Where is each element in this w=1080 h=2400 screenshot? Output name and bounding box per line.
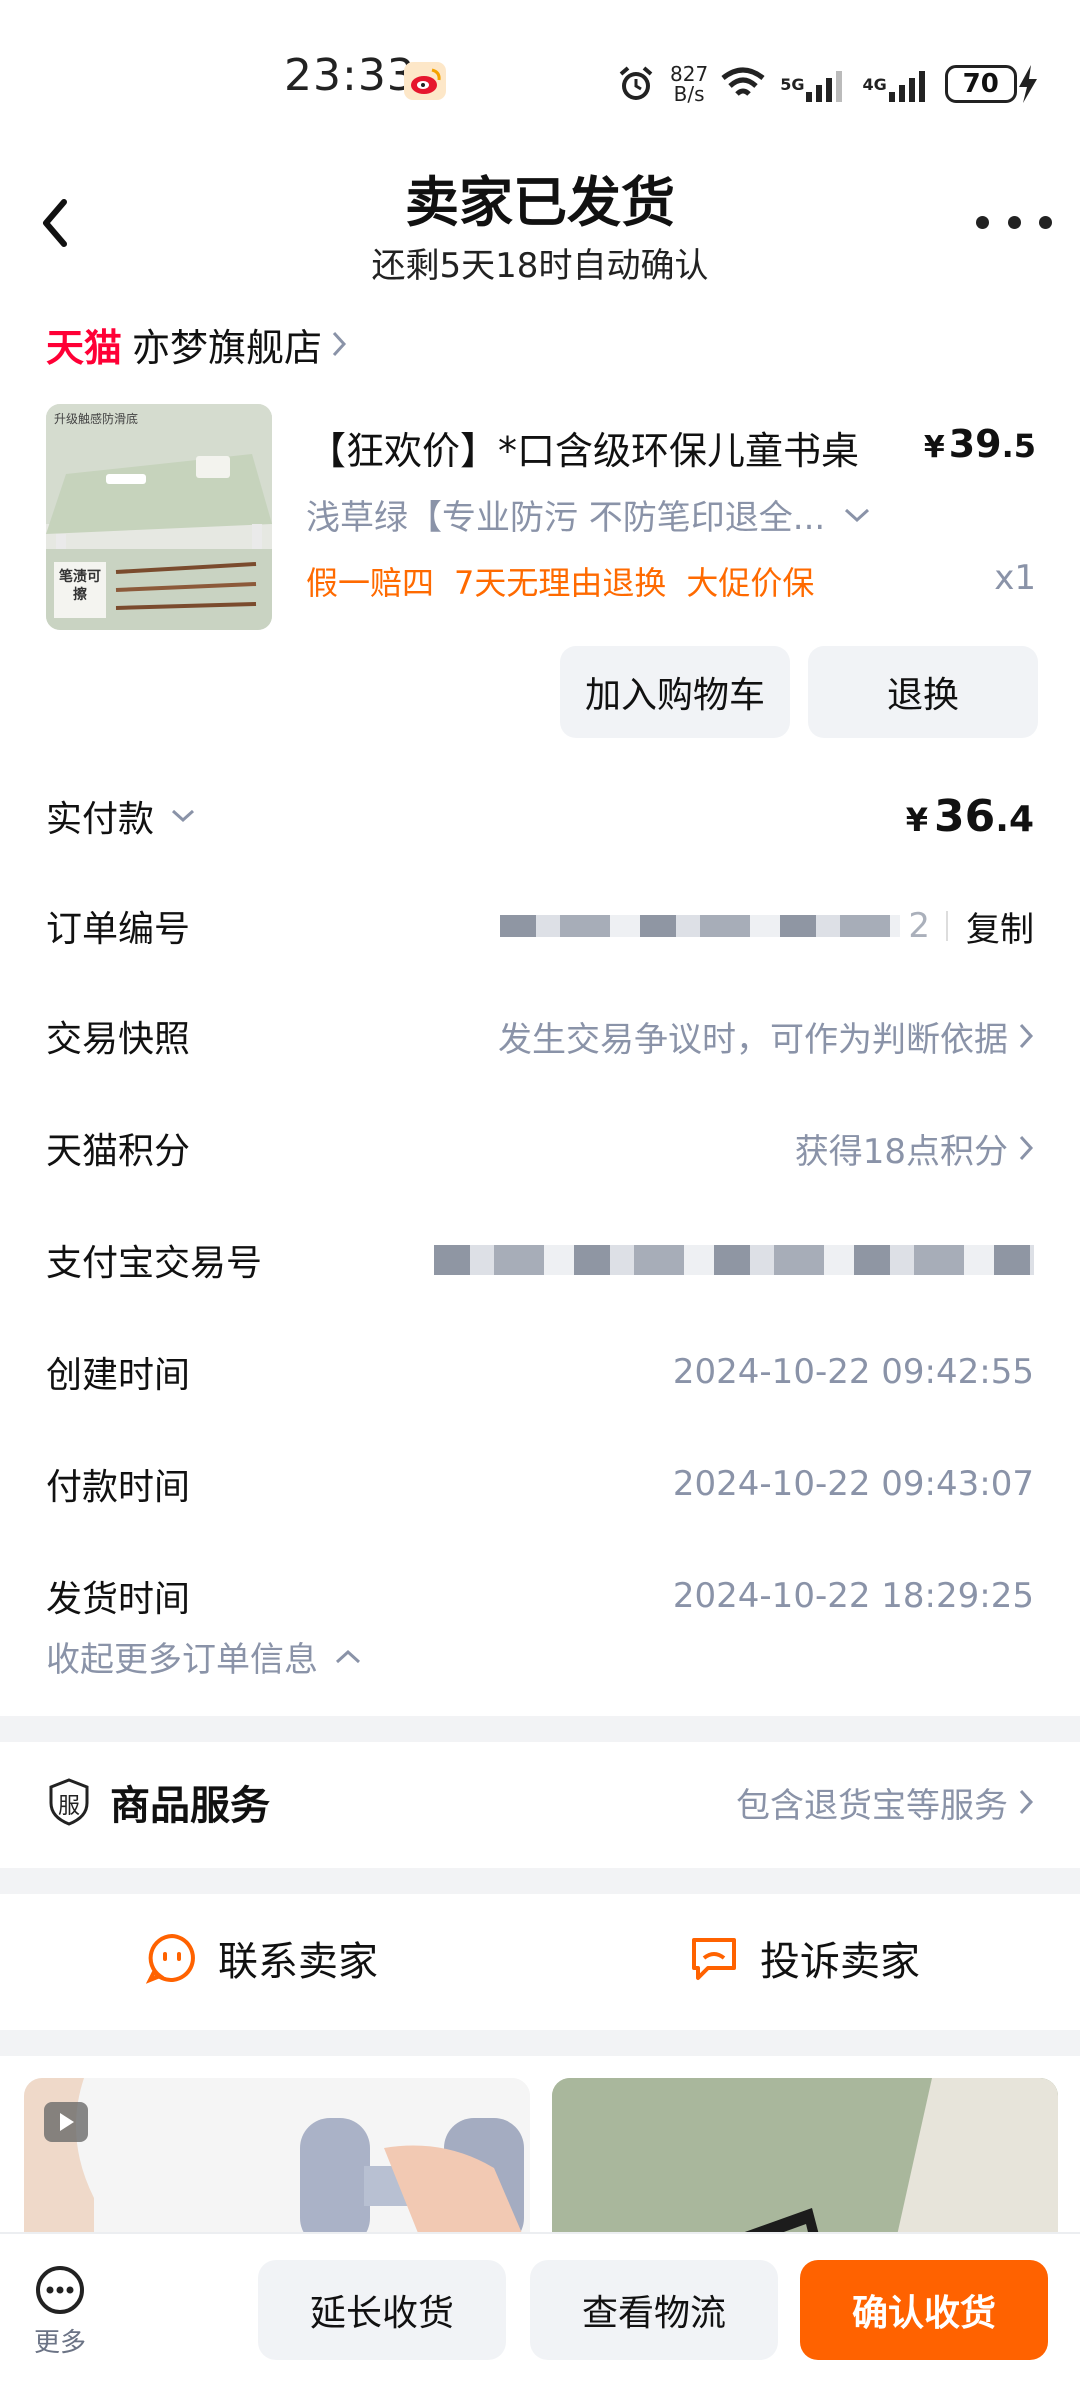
dot-icon — [976, 215, 989, 229]
paid-label: 实付款 — [46, 799, 155, 840]
paid-time-value: 2024-10-22 09:43:07 — [672, 1464, 1034, 1504]
snapshot-value: 发生交易争议时，可作为判断依据 — [498, 1019, 1008, 1060]
tag-7day-return: 7天无理由退换 — [454, 564, 667, 602]
page-title: 卖家已发货 — [405, 171, 675, 234]
order-number-fragment: 2 — [908, 906, 930, 946]
product-image[interactable]: 升级触感防滑底 笔渍可擦 — [46, 404, 272, 630]
service-title: 商品服务 — [110, 1783, 270, 1829]
alipay-trade-row: 支付宝交易号 — [46, 1230, 1034, 1290]
product-image-caption: 升级触感防滑底 — [54, 412, 139, 426]
alipay-trade-label: 支付宝交易号 — [46, 1243, 263, 1284]
paid-time-label: 付款时间 — [46, 1467, 191, 1508]
complain-seller-button[interactable]: 投诉卖家 — [688, 1920, 920, 1996]
product-price: ¥39.5 — [923, 422, 1036, 466]
product-image-badge: 笔渍可擦 — [59, 569, 101, 603]
product-quantity: x1 — [994, 558, 1036, 598]
network-5g-label: 5G — [780, 74, 805, 94]
chevron-right-icon — [1019, 1023, 1034, 1049]
section-divider — [0, 2030, 1080, 2056]
video-play-icon — [44, 2102, 88, 2142]
auto-confirm-countdown: 还剩5天18时自动确认 — [371, 246, 709, 286]
wifi-icon — [721, 67, 765, 96]
snapshot-label: 交易快照 — [46, 1019, 191, 1060]
product-guarantee-tags: 假一赔四 7天无理由退换 大促价保 — [306, 558, 834, 604]
section-divider — [0, 1716, 1080, 1742]
created-time-row: 创建时间 2024-10-22 09:42:55 — [46, 1342, 1034, 1402]
contact-seller-button[interactable]: 联系卖家 — [146, 1920, 378, 1996]
chat-smile-icon — [146, 1933, 195, 1984]
tmall-logo: 天猫 — [46, 325, 123, 370]
more-circle-icon — [36, 2266, 84, 2314]
tag-fake-compensation: 假一赔四 — [306, 564, 435, 602]
created-time-label: 创建时间 — [46, 1355, 191, 1396]
product-sku[interactable]: 浅草绿【专业防污 不防笔印退全... — [306, 490, 871, 539]
shipped-time-row: 发货时间 2024-10-22 18:29:25 — [46, 1566, 1034, 1626]
chevron-right-icon — [332, 331, 347, 357]
service-value: 包含退货宝等服务 — [736, 1785, 1008, 1826]
chevron-right-icon — [1019, 1135, 1034, 1161]
chevron-right-icon — [1019, 1789, 1034, 1815]
status-right: 827 B/s 5G 4G 70 — [616, 54, 1039, 114]
chevron-down-icon — [172, 809, 195, 823]
copy-order-number-button[interactable]: 复制 — [966, 902, 1034, 951]
shipped-time-label: 发货时间 — [46, 1579, 191, 1620]
extend-receipt-button[interactable]: 延长收货 — [258, 2260, 506, 2360]
dot-icon — [1039, 215, 1052, 229]
shipped-time-value: 2024-10-22 18:29:25 — [672, 1576, 1034, 1616]
snapshot-row[interactable]: 交易快照 发生交易争议时，可作为判断依据 — [46, 1006, 1034, 1066]
bottom-action-bar: 更多 延长收货 查看物流 确认收货 — [0, 2232, 1080, 2400]
shop-name: 亦梦旗舰店 — [132, 325, 323, 370]
paid-amount: ¥36.4 — [905, 790, 1034, 842]
order-number-label: 订单编号 — [46, 909, 191, 950]
add-to-cart-button[interactable]: 加入购物车 — [560, 646, 790, 738]
charging-icon — [1018, 65, 1037, 103]
network-4g-label: 4G — [862, 74, 887, 94]
tag-price-protection: 大促价保 — [686, 564, 815, 602]
product-service-row[interactable]: 服 商品服务 包含退货宝等服务 — [46, 1764, 1034, 1840]
shop-link[interactable]: 天猫 亦梦旗舰店 — [46, 318, 348, 370]
paid-amount-row[interactable]: 实付款 ¥36.4 — [46, 786, 1034, 846]
order-detail-page: 23:33 827 B/s 5G 4G 70 卖家已发货 还剩5天18时自动确认… — [0, 0, 1080, 2400]
return-exchange-button[interactable]: 退换 — [808, 646, 1038, 738]
product-title[interactable]: 【狂欢价】*口含级环保儿童书桌 — [308, 420, 859, 475]
paid-time-row: 付款时间 2024-10-22 09:43:07 — [46, 1454, 1034, 1514]
points-value: 获得18点积分 — [794, 1131, 1008, 1172]
points-label: 天猫积分 — [46, 1131, 191, 1172]
alarm-icon — [619, 66, 653, 100]
complaint-chat-icon — [692, 1938, 736, 1980]
status-time: 23:33 — [284, 50, 416, 101]
net-speed: 827 B/s — [670, 62, 709, 106]
order-number-redacted — [500, 915, 901, 937]
view-logistics-button[interactable]: 查看物流 — [530, 2260, 778, 2360]
chevron-down-icon — [845, 508, 870, 522]
more-options-button[interactable] — [976, 200, 1052, 244]
more-actions-button[interactable]: 更多 — [28, 2264, 92, 2359]
weibo-icon — [404, 62, 446, 100]
chevron-up-icon — [335, 1649, 361, 1663]
dot-icon — [1007, 215, 1021, 229]
confirm-receipt-button[interactable]: 确认收货 — [800, 2260, 1048, 2360]
status-bar: 23:33 827 B/s 5G 4G 70 — [0, 40, 1080, 120]
divider — [946, 911, 948, 941]
order-number-row: 订单编号 2 复制 — [46, 896, 1034, 956]
signal-icon — [806, 71, 843, 102]
battery-icon: 70 — [944, 65, 1017, 103]
section-divider — [0, 1868, 1080, 1894]
collapse-order-info-button[interactable]: 收起更多订单信息 — [46, 1632, 362, 1681]
created-time-value: 2024-10-22 09:42:55 — [672, 1352, 1034, 1392]
alipay-trade-redacted — [434, 1245, 1034, 1275]
points-row[interactable]: 天猫积分 获得18点积分 — [46, 1118, 1034, 1178]
signal-icon-2 — [888, 71, 925, 102]
shield-service-icon-text: 服 — [57, 1794, 80, 1819]
